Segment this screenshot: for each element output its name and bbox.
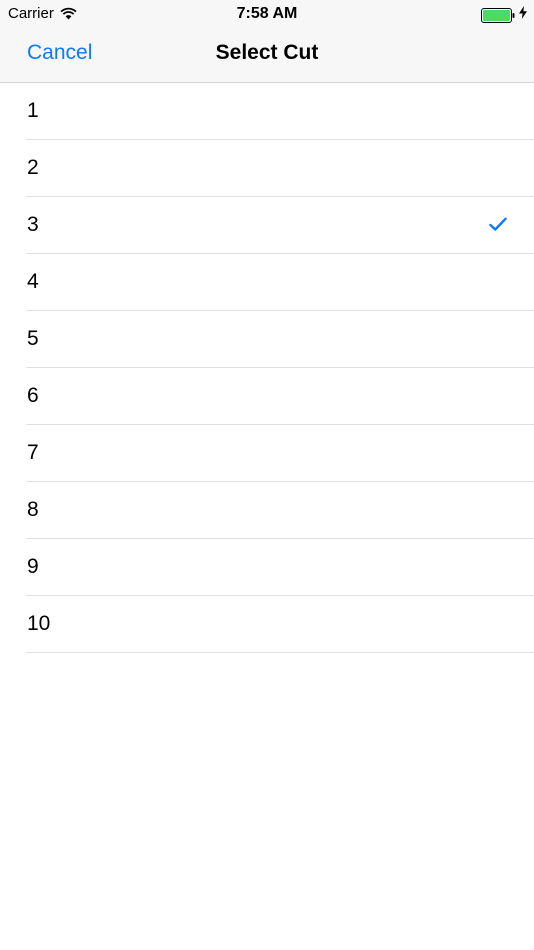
status-bar: Carrier 7:58 AM [0,0,534,28]
charging-bolt-icon [519,6,527,24]
list-item-label: 4 [27,270,39,293]
list-item[interactable]: 7 [0,425,534,482]
list-item-label: 8 [27,498,39,521]
list-item[interactable]: 2 [0,140,534,197]
list-item[interactable]: 1 [0,83,534,140]
list-item-label: 3 [27,213,39,236]
list-item[interactable]: 3 [0,197,534,254]
status-right [481,6,527,24]
checkmark-icon [489,217,507,232]
list-item[interactable]: 9 [0,539,534,596]
list-item[interactable]: 10 [0,596,534,653]
page-title: Select Cut [215,41,319,64]
navigation-bar: Cancel Select Cut [0,28,534,83]
list-item-label: 7 [27,441,39,464]
list-item[interactable]: 5 [0,311,534,368]
list-item-label: 2 [27,156,39,179]
list-item-label: 1 [27,99,39,122]
list-item[interactable]: 8 [0,482,534,539]
list-item-label: 9 [27,555,39,578]
list-item-label: 6 [27,384,39,407]
cut-list: 1 2 3 4 5 6 7 8 9 10 [0,83,534,653]
list-item[interactable]: 6 [0,368,534,425]
status-time: 7:58 AM [236,5,298,22]
battery-icon [481,7,515,23]
list-item-label: 5 [27,327,39,350]
list-item[interactable]: 4 [0,254,534,311]
list-item-label: 10 [27,612,51,635]
